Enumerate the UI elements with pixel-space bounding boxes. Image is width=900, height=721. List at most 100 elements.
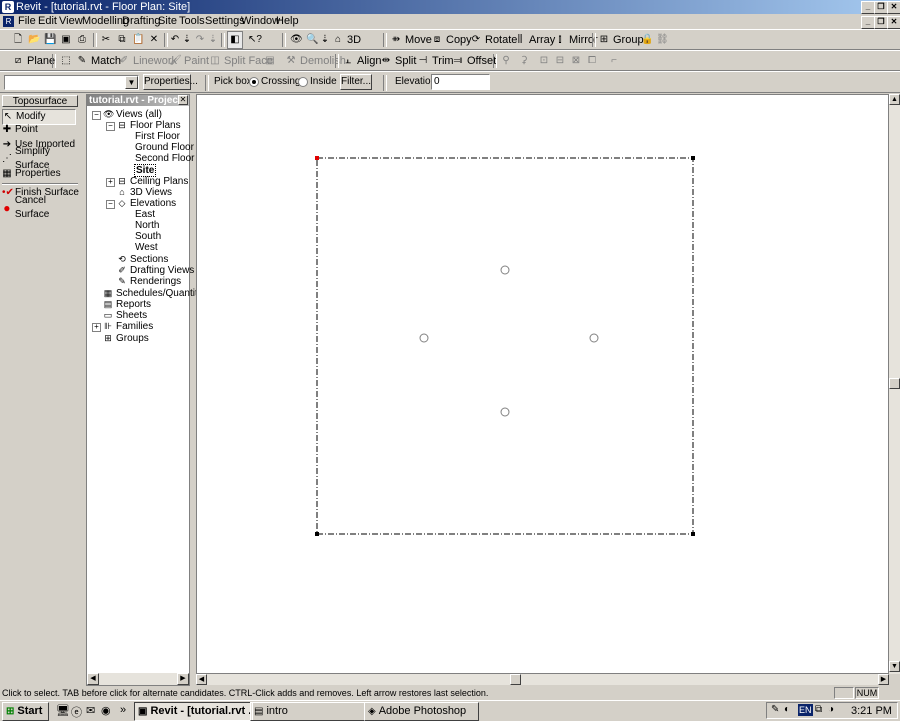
tray-volume-icon[interactable]: ◑	[828, 704, 834, 715]
taskbar-item-revit[interactable]: ▣ Revit - [tutorial.rvt ...	[134, 702, 253, 721]
save-icon[interactable]: 💾	[44, 31, 56, 49]
zoom-dropdown-icon[interactable]: ⇣	[319, 31, 331, 49]
array-edit-icon[interactable]: ⊠	[570, 52, 582, 70]
filter-button[interactable]: Filter...	[340, 74, 372, 90]
revit-app-icon[interactable]: R	[2, 1, 14, 13]
new-icon[interactable]: 🗋	[12, 31, 24, 49]
scroll-right-arrow-icon[interactable]: ▶	[878, 674, 889, 685]
tree-node-sheets[interactable]: ▭ Sheets	[103, 310, 147, 321]
undo-dropdown-icon[interactable]: ⇣	[181, 31, 193, 49]
scroll-left-arrow-icon[interactable]: ◀	[87, 673, 99, 685]
view-3d-button[interactable]: ⌂ 3D	[332, 31, 361, 49]
boundary-point[interactable]	[691, 532, 695, 536]
array-button[interactable]: ⫼ Array	[514, 31, 556, 49]
undo-icon[interactable]: ↶	[169, 31, 181, 49]
copy-monitor-icon[interactable]: ⧠	[586, 52, 598, 70]
tree-node-ground-floor[interactable]: Ground Floor	[135, 142, 194, 153]
tree-node-3d-views[interactable]: ⌂ 3D Views	[117, 187, 172, 198]
tree-node-west[interactable]: West	[135, 242, 158, 253]
drawing-area[interactable]	[196, 94, 889, 674]
quick-launch-more-icon[interactable]: »	[120, 704, 126, 716]
scroll-up-arrow-icon[interactable]: ▲	[889, 94, 900, 105]
print-icon[interactable]: ⎙	[76, 31, 88, 49]
scale-icon[interactable]: ⊟	[554, 52, 566, 70]
tray-globe-icon[interactable]: ◐	[784, 704, 790, 715]
site-plan-view[interactable]	[197, 95, 890, 675]
scroll-down-arrow-icon[interactable]: ▼	[889, 661, 900, 672]
design-bar-tab-toposurface[interactable]: Toposurface	[2, 95, 78, 107]
doc-close-button[interactable]: ✕	[887, 16, 900, 29]
taskbar-item-intro[interactable]: ▤ intro	[250, 702, 365, 721]
project-browser-title-bar[interactable]: tutorial.rvt - Project ✕	[87, 95, 189, 106]
start-button[interactable]: ⊞ Start	[2, 702, 49, 721]
select-box-icon[interactable]: ⬚	[60, 52, 72, 70]
tree-node-east[interactable]: East	[135, 209, 155, 220]
elevation-input[interactable]: 0	[431, 74, 490, 90]
copy-button[interactable]: ⧈ Copy	[431, 31, 472, 49]
unjoin-icon[interactable]: ⌐	[608, 52, 620, 70]
delete-icon[interactable]: ✕	[148, 31, 160, 49]
redo-icon[interactable]: ↷	[194, 31, 206, 49]
tray-pen-icon[interactable]: ✎	[771, 704, 779, 715]
elevation-marker-south[interactable]	[500, 407, 510, 417]
tree-node-first-floor[interactable]: First Floor	[135, 131, 180, 142]
open-icon[interactable]: 📂	[28, 31, 40, 49]
point-button[interactable]: ✚ Point	[2, 123, 38, 137]
group-button[interactable]: ⊞ Group	[598, 31, 644, 49]
scroll-left-arrow-icon[interactable]: ◀	[196, 674, 207, 685]
crossing-radio[interactable]	[249, 77, 259, 87]
tree-node-floor-plans[interactable]: ⊟ Floor Plans	[117, 120, 180, 131]
properties-design-button[interactable]: ▦ Properties	[2, 167, 60, 181]
project-browser-close-button[interactable]: ✕	[178, 95, 188, 105]
link-icon[interactable]: ⛓	[656, 31, 669, 49]
document-icon[interactable]: R	[3, 16, 14, 27]
show-desktop-icon[interactable]: 🖥	[56, 704, 70, 717]
doc-minimize-button[interactable]: _	[861, 16, 875, 29]
clock[interactable]: 3:21 PM	[851, 704, 892, 718]
canvas-horizontal-scrollbar[interactable]: ◀ ▶	[196, 674, 889, 685]
vertical-scroll-thumb[interactable]	[889, 378, 900, 389]
resize-icon[interactable]: ⊡	[538, 52, 550, 70]
face-icon[interactable]: ▤	[264, 52, 276, 70]
paint-button[interactable]: 🖌 Paint	[169, 52, 209, 70]
properties-button[interactable]: Properties...	[143, 74, 198, 90]
toggle-design-bar-icon[interactable]: ◧	[227, 31, 243, 49]
language-indicator[interactable]: EN	[798, 704, 813, 716]
media-icon[interactable]: ◉	[101, 704, 111, 717]
tree-node-groups[interactable]: ⊞ Groups	[103, 333, 149, 344]
help-pointer-icon[interactable]: ↖?	[248, 31, 262, 49]
paste-icon[interactable]: 📋	[132, 31, 144, 49]
expand-toggle[interactable]: +	[92, 323, 101, 332]
tree-node-south[interactable]: South	[135, 231, 161, 242]
chevron-down-icon[interactable]: ▼	[125, 76, 138, 89]
plane-button[interactable]: ⧄ Plane	[12, 52, 55, 70]
maximize-button[interactable]: ❐	[874, 1, 888, 14]
horizontal-scroll-thumb[interactable]	[510, 674, 521, 685]
tree-node-drafting-views[interactable]: ✐ Drafting Views	[117, 265, 194, 276]
tray-network-icon[interactable]: ⧉	[815, 704, 822, 715]
match-button[interactable]: ✎ Match	[76, 52, 121, 70]
tree-node-families[interactable]: ⊪ Families	[103, 321, 153, 332]
topo-boundary[interactable]	[316, 157, 694, 535]
collapse-toggle[interactable]: −	[92, 111, 101, 120]
pin-icon[interactable]: ⚲	[500, 52, 512, 70]
tree-node-views[interactable]: 👁 Views (all)	[103, 109, 162, 120]
doc-restore-button[interactable]: ❐	[874, 16, 888, 29]
outlook-icon[interactable]: ✉	[86, 704, 95, 717]
collapse-toggle[interactable]: −	[106, 200, 115, 209]
unpin-icon[interactable]: ⚳	[518, 52, 530, 70]
elevation-marker-east[interactable]	[589, 333, 599, 343]
align-button[interactable]: ⫠ Align	[342, 52, 382, 70]
tree-node-elevations[interactable]: ◇ Elevations	[117, 198, 177, 209]
tree-node-ceiling-plans[interactable]: ⊟ Ceiling Plans	[117, 176, 188, 187]
split-button[interactable]: ⇹ Split	[380, 52, 417, 70]
inside-radio[interactable]	[298, 77, 308, 87]
tree-node-reports[interactable]: ▤ Reports	[103, 299, 151, 310]
canvas-vertical-scrollbar[interactable]: ▲ ▼	[889, 94, 900, 674]
tree-node-sections[interactable]: ⟲ Sections	[117, 254, 168, 265]
save-all-icon[interactable]: ▣	[60, 31, 72, 49]
copy-clipboard-icon[interactable]: ⧉	[116, 31, 128, 49]
internet-explorer-icon[interactable]: ⓔ	[71, 704, 82, 720]
expand-toggle[interactable]: +	[106, 178, 115, 187]
lock-icon[interactable]: 🔒	[641, 31, 653, 49]
